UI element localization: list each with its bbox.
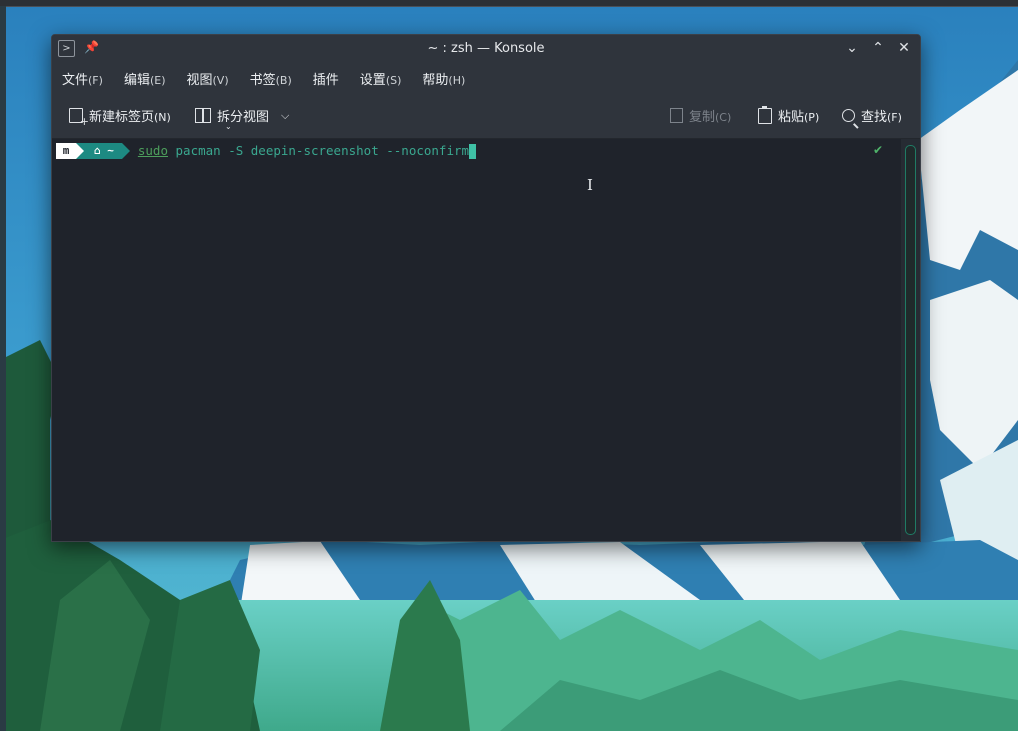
- window-controls: ⌄ ⌃ ✕: [844, 39, 912, 57]
- menu-settings-accel: (S): [385, 73, 402, 87]
- status-check-icon: ✔: [872, 143, 883, 157]
- find-accel: (F): [887, 111, 902, 124]
- terminal-area[interactable]: m ⌂ ~ sudo pacman -S deepin-screenshot -…: [52, 139, 901, 541]
- menu-view[interactable]: 视图(V): [187, 69, 229, 88]
- new-tab-label: 新建标签页: [89, 110, 155, 125]
- menu-help[interactable]: 帮助(H): [422, 69, 465, 88]
- menu-file-accel: (F): [88, 73, 103, 87]
- paste-icon: [758, 105, 772, 124]
- cmd-args: -S deepin-screenshot --noconfirm: [228, 143, 470, 158]
- copy-accel: (C): [715, 111, 732, 124]
- menu-view-label: 视图: [186, 72, 213, 88]
- mouse-ibeam-cursor-icon: I: [587, 176, 593, 194]
- menu-file-label: 文件: [62, 72, 89, 88]
- menu-file[interactable]: 文件(F): [62, 69, 103, 88]
- close-button[interactable]: ✕: [896, 39, 912, 57]
- prompt-line: m ⌂ ~ sudo pacman -S deepin-screenshot -…: [56, 143, 477, 159]
- title-bar[interactable]: > 📌 ~ : zsh — Konsole ⌄ ⌃ ✕: [52, 35, 920, 63]
- menu-help-accel: (H): [448, 73, 466, 87]
- prompt-dir-label: ~: [107, 144, 114, 157]
- os-logo-icon: m: [56, 143, 76, 159]
- new-tab-button[interactable]: 新建标签页(N): [69, 106, 171, 128]
- menu-edit-accel: (E): [149, 73, 166, 87]
- chevron-down-icon[interactable]: ⌵: [281, 109, 289, 123]
- scrollbar-track[interactable]: [905, 145, 916, 535]
- menu-help-label: 帮助: [422, 72, 449, 88]
- new-tab-icon: [69, 108, 89, 128]
- vertical-scrollbar[interactable]: [901, 139, 920, 541]
- left-panel-edge: [0, 6, 6, 731]
- find-button[interactable]: 查找(F): [842, 106, 902, 125]
- copy-label: 复制: [689, 110, 716, 125]
- find-label: 查找: [861, 110, 888, 125]
- prompt-dir: ⌂ ~: [84, 143, 122, 159]
- prompt-separator: [76, 143, 84, 159]
- cmd-sudo: sudo: [137, 143, 168, 158]
- window-title: ~ : zsh — Konsole: [427, 41, 545, 56]
- menu-edit[interactable]: 编辑(E): [124, 69, 166, 88]
- menu-settings[interactable]: 设置(S): [360, 69, 402, 88]
- menu-plugins-label: 插件: [312, 72, 339, 88]
- menu-bookmarks-label: 书签: [249, 72, 276, 88]
- paste-accel: (P): [804, 111, 820, 124]
- prompt-separator-end: [121, 143, 130, 159]
- paste-button[interactable]: 粘贴(P): [758, 105, 820, 125]
- search-icon: [842, 109, 855, 122]
- menu-settings-label: 设置: [359, 72, 386, 88]
- copy-button[interactable]: 复制(C): [670, 106, 731, 125]
- command-line: sudo pacman -S deepin-screenshot --nocon…: [137, 143, 477, 159]
- split-view-icon: [195, 108, 211, 123]
- split-view-label: 拆分视图: [217, 110, 270, 125]
- cmd-program: pacman: [175, 143, 221, 158]
- new-tab-accel: (N): [154, 111, 171, 124]
- text-cursor: [469, 144, 477, 159]
- menu-edit-label: 编辑: [123, 72, 150, 88]
- menu-bar: 文件(F) 编辑(E) 视图(V) 书签(B) 插件 设置(S) 帮助(H): [52, 63, 920, 93]
- menu-bookmarks-accel: (B): [275, 73, 292, 87]
- copy-icon: [670, 108, 683, 123]
- maximize-button[interactable]: ⌃: [870, 39, 886, 57]
- menu-plugins[interactable]: 插件: [313, 69, 339, 88]
- menu-bookmarks[interactable]: 书签(B): [250, 69, 292, 88]
- tool-bar: 新建标签页(N) ⌄ 拆分视图 ⌵ 复制(C) 粘贴(P) 查找(F): [52, 93, 920, 139]
- paste-label: 粘贴: [778, 110, 805, 125]
- menu-view-accel: (V): [212, 73, 229, 87]
- split-view-button[interactable]: 拆分视图 ⌵: [195, 106, 289, 125]
- konsole-window[interactable]: > 📌 ~ : zsh — Konsole ⌄ ⌃ ✕ 文件(F) 编辑(E) …: [51, 34, 921, 542]
- top-panel-edge: [0, 0, 1018, 7]
- minimize-button[interactable]: ⌄: [844, 39, 860, 57]
